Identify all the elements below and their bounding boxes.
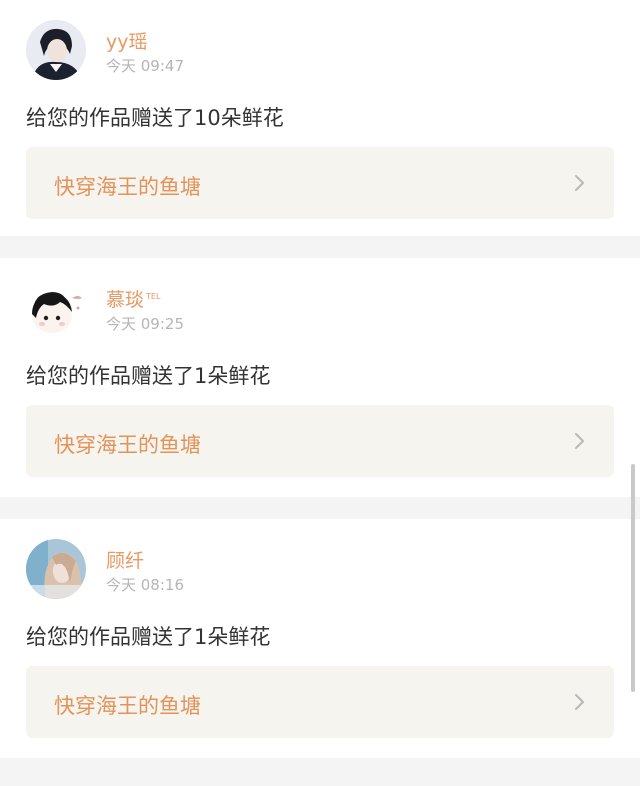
notification-card: 顾纤 今天 08:16 给您的作品赠送了1朵鲜花 快穿海王的鱼塘 [0, 519, 640, 758]
timestamp: 今天 08:16 [106, 576, 184, 594]
username-text[interactable]: yy瑶 [106, 31, 148, 53]
chevron-right-icon [575, 694, 584, 710]
avatar[interactable] [26, 278, 86, 338]
username-text[interactable]: 顾纤 [106, 550, 144, 572]
avatar-image [26, 539, 86, 599]
work-title: 快穿海王的鱼塘 [54, 433, 201, 457]
username-badge: TEL [146, 291, 161, 301]
gift-message: 给您的作品赠送了10朵鲜花 [26, 106, 284, 130]
avatar[interactable] [26, 20, 86, 80]
username[interactable]: 顾纤 [106, 546, 144, 573]
notification-card: 慕琰 TEL 今天 09:25 给您的作品赠送了1朵鲜花 快穿海王的鱼塘 [0, 258, 640, 497]
notification-feed: yy瑶 今天 09:47 给您的作品赠送了10朵鲜花 快穿海王的鱼塘 慕琰 TE… [0, 0, 640, 780]
work-link[interactable]: 快穿海王的鱼塘 [26, 666, 614, 738]
chevron-right-icon [575, 175, 584, 191]
avatar-image [26, 278, 86, 338]
avatar[interactable] [26, 539, 86, 599]
scrollbar[interactable] [631, 464, 635, 692]
work-link[interactable]: 快穿海王的鱼塘 [26, 147, 614, 219]
work-title: 快穿海王的鱼塘 [54, 694, 201, 718]
timestamp: 今天 09:25 [106, 315, 184, 333]
username-text[interactable]: 慕琰 [106, 289, 144, 311]
username[interactable]: 慕琰 TEL [106, 285, 160, 312]
timestamp: 今天 09:47 [106, 57, 184, 75]
work-link[interactable]: 快穿海王的鱼塘 [26, 405, 614, 477]
gift-message: 给您的作品赠送了1朵鲜花 [26, 625, 271, 649]
work-title: 快穿海王的鱼塘 [54, 175, 201, 199]
notification-card: yy瑶 今天 09:47 给您的作品赠送了10朵鲜花 快穿海王的鱼塘 [0, 0, 640, 236]
avatar-image [26, 20, 86, 80]
gift-message: 给您的作品赠送了1朵鲜花 [26, 364, 271, 388]
username[interactable]: yy瑶 [106, 27, 148, 54]
chevron-right-icon [575, 433, 584, 449]
